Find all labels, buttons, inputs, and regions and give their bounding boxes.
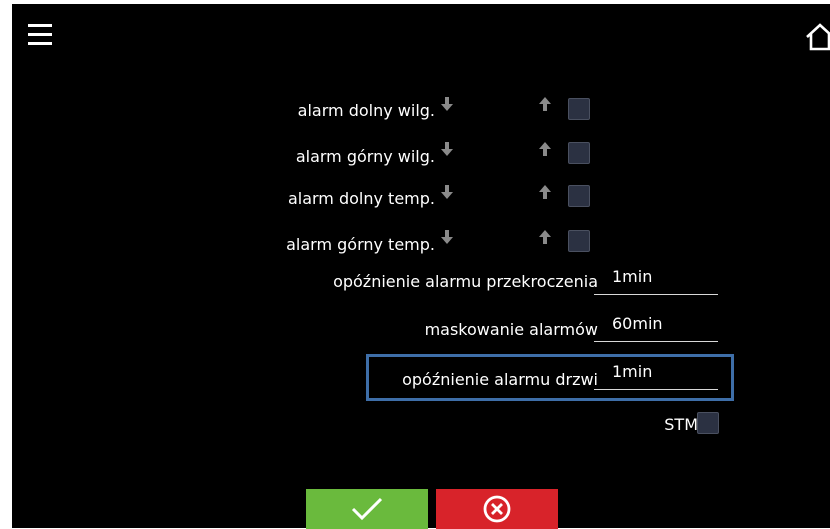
home-icon[interactable] xyxy=(804,22,830,52)
cancel-button[interactable] xyxy=(436,489,558,529)
door-alarm-delay-field[interactable]: 1min xyxy=(594,362,718,390)
arrow-up-icon[interactable] xyxy=(538,184,552,200)
alarm-checkbox[interactable] xyxy=(568,98,590,120)
cancel-circle-icon xyxy=(483,495,511,523)
arrow-up-icon[interactable] xyxy=(538,229,552,245)
alarm-checkbox[interactable] xyxy=(568,230,590,252)
alarm-label: alarm górny wilg. xyxy=(295,147,435,166)
alarm-label: alarm górny temp. xyxy=(286,235,435,254)
field-value: 1min xyxy=(612,362,653,381)
confirm-button[interactable] xyxy=(306,489,428,529)
arrow-up-icon[interactable] xyxy=(538,96,552,112)
stm-checkbox[interactable] xyxy=(697,412,719,434)
alarm-checkbox[interactable] xyxy=(568,185,590,207)
field-value: 1min xyxy=(612,267,653,286)
setting-label: maskowanie alarmów xyxy=(424,320,598,339)
arrow-down-icon[interactable] xyxy=(440,229,454,245)
alarm-masking-field[interactable]: 60min xyxy=(594,314,718,342)
arrow-up-icon[interactable] xyxy=(538,141,552,157)
alarm-checkbox[interactable] xyxy=(568,142,590,164)
hamburger-menu-icon[interactable] xyxy=(28,24,52,46)
arrow-down-icon[interactable] xyxy=(440,96,454,112)
field-value: 60min xyxy=(612,314,663,333)
checkmark-icon xyxy=(351,497,383,521)
arrow-down-icon[interactable] xyxy=(440,184,454,200)
arrow-down-icon[interactable] xyxy=(440,141,454,157)
setting-label: opóźnienie alarmu drzwi xyxy=(402,370,598,389)
alarm-label: alarm dolny temp. xyxy=(287,189,435,208)
alarm-delay-field[interactable]: 1min xyxy=(594,267,718,295)
setting-label: opóźnienie alarmu przekroczenia xyxy=(333,272,598,291)
alarm-label: alarm dolny wilg. xyxy=(297,101,435,120)
stm-label: STM xyxy=(664,415,698,434)
screen: alarm dolny wilg. alarm górny wilg. alar… xyxy=(12,4,830,529)
